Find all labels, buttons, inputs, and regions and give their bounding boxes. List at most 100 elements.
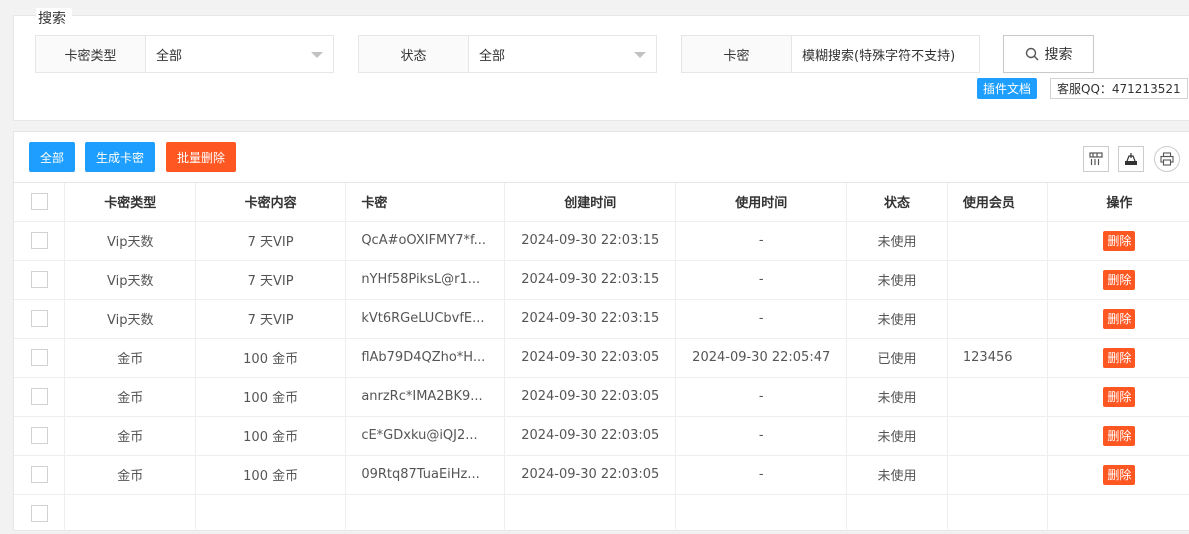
cell-card-type: 金币 [64, 416, 196, 456]
row-select-cell [14, 299, 66, 339]
cell-card-content: 7 天VIP [195, 260, 347, 300]
row-checkbox[interactable] [30, 232, 48, 249]
row-checkbox[interactable] [30, 427, 48, 444]
cell-card-code: nYHf58PiksL@r1... [345, 260, 506, 300]
header-card-code: 卡密 [345, 183, 506, 222]
cell-card-code: QcA#oOXIFMY7*f... [345, 221, 506, 261]
card-type-select[interactable]: 全部 [146, 36, 333, 72]
search-panel: 搜索 卡密类型 全部 状态 全部 卡密 模糊搜索(特殊字符不支持) 搜索 插件文… [13, 8, 1189, 121]
cell-actions: 删除 [1047, 455, 1189, 495]
cell-status: 未使用 [846, 455, 948, 495]
header-used-time: 使用时间 [675, 183, 848, 222]
row-checkbox[interactable] [30, 466, 48, 483]
row-select-cell [14, 377, 66, 417]
cell-actions: 删除 [1047, 221, 1189, 261]
table-row: Vip天数 7 天VIP QcA#oOXIFMY7*f... 2024-09-3… [14, 221, 1189, 261]
row-checkbox[interactable] [30, 271, 48, 288]
cell-created-time: 2024-09-30 22:03:05 [504, 377, 677, 417]
cell-status: 已使用 [846, 338, 948, 378]
cell-member [947, 221, 1048, 261]
cell-actions: 删除 [1047, 416, 1189, 456]
plugin-doc-badge[interactable]: 插件文档 [977, 78, 1038, 99]
header-status: 状态 [846, 183, 948, 222]
cell-created-time: 2024-09-30 22:03:05 [504, 338, 677, 378]
row-checkbox[interactable] [30, 388, 48, 405]
header-card-content: 卡密内容 [195, 183, 347, 222]
header-created-time: 创建时间 [504, 183, 677, 222]
cell-actions: 删除 [1047, 377, 1189, 417]
header-card-type: 卡密类型 [64, 183, 196, 222]
delete-button[interactable]: 删除 [1103, 425, 1136, 446]
cell-created-time: 2024-09-30 22:03:05 [504, 455, 677, 495]
search-icon [1025, 47, 1038, 61]
columns-icon[interactable] [1083, 146, 1109, 172]
cell-member: 123456 [947, 338, 1048, 378]
cell-card-code: cE*GDxku@iQJ2... [345, 416, 506, 456]
chevron-down-icon [634, 52, 646, 58]
cell-card-content: 100 金币 [195, 377, 347, 417]
table-panel: 全部 生成卡密 批量删除 卡密类型 卡密内容 卡密 创建时间 使用时间 状态 使… [13, 131, 1189, 534]
cell-actions: 删除 [1047, 299, 1189, 339]
row-select-cell [14, 338, 66, 378]
search-button-label: 搜索 [1044, 47, 1073, 63]
select-all-cell [14, 183, 66, 222]
row-checkbox[interactable] [30, 349, 48, 366]
card-code-label: 卡密 [682, 36, 792, 72]
cell-used-time: - [675, 260, 848, 300]
cell-card-code: 09Rtq87TuaEiHz... [345, 455, 506, 495]
cell-status: 未使用 [846, 416, 948, 456]
card-table: 卡密类型 卡密内容 卡密 创建时间 使用时间 状态 使用会员 操作 Vip天数 … [14, 183, 1189, 534]
cell-card-content: 100 金币 [195, 455, 347, 495]
status-value: 全部 [479, 48, 506, 64]
status-label: 状态 [359, 36, 469, 72]
search-legend: 搜索 [36, 8, 72, 28]
table-row: Vip天数 7 天VIP nYHf58PiksL@r1... 2024-09-3… [14, 260, 1189, 300]
row-select-cell [14, 221, 66, 261]
export-icon[interactable] [1118, 146, 1144, 172]
table-header-row: 卡密类型 卡密内容 卡密 创建时间 使用时间 状态 使用会员 操作 [14, 183, 1189, 222]
header-member: 使用会员 [947, 183, 1048, 222]
cell-card-type: Vip天数 [64, 260, 196, 300]
status-filter: 状态 全部 [358, 35, 657, 73]
table-row: Vip天数 7 天VIP kVt6RGeLUCbvfE... 2024-09-3… [14, 299, 1189, 339]
card-type-value: 全部 [156, 48, 183, 64]
cell-created-time: 2024-09-30 22:03:05 [504, 416, 677, 456]
all-button[interactable]: 全部 [29, 142, 76, 172]
print-icon[interactable] [1154, 146, 1180, 172]
generate-card-button[interactable]: 生成卡密 [85, 142, 156, 172]
support-qq-badge: 客服QQ：471213521 [1050, 78, 1188, 99]
cell-card-type: 金币 [64, 338, 196, 378]
batch-delete-button[interactable]: 批量删除 [166, 142, 237, 172]
table-row: 金币 100 金币 anrzRc*IMA2BK9... 2024-09-30 2… [14, 377, 1189, 417]
cell-created-time: 2024-09-30 22:03:15 [504, 221, 677, 261]
search-button[interactable]: 搜索 [1003, 35, 1094, 73]
table-row [14, 494, 1189, 534]
cell-used-time: - [675, 299, 848, 339]
select-all-checkbox[interactable] [30, 193, 48, 211]
cell-card-type: 金币 [64, 455, 196, 495]
cell-member [947, 260, 1048, 300]
cell-card-code: anrzRc*IMA2BK9... [345, 377, 506, 417]
delete-button[interactable]: 删除 [1103, 386, 1136, 407]
delete-button[interactable]: 删除 [1103, 230, 1136, 251]
card-code-input[interactable]: 模糊搜索(特殊字符不支持) [792, 36, 979, 72]
delete-button[interactable]: 删除 [1103, 269, 1136, 290]
delete-button[interactable]: 删除 [1103, 464, 1136, 485]
cell-used-time: - [675, 455, 848, 495]
cell-created-time: 2024-09-30 22:03:15 [504, 299, 677, 339]
status-select[interactable]: 全部 [469, 36, 656, 72]
cell-member [947, 377, 1048, 417]
row-checkbox[interactable] [30, 505, 48, 522]
card-type-filter: 卡密类型 全部 [35, 35, 334, 73]
cell-member [947, 299, 1048, 339]
table-row: 金币 100 金币 flAb79D4QZho*H... 2024-09-30 2… [14, 338, 1189, 378]
delete-button[interactable]: 删除 [1103, 308, 1136, 329]
row-checkbox[interactable] [30, 310, 48, 327]
cell-status: 未使用 [846, 299, 948, 339]
chevron-down-icon [311, 52, 323, 58]
cell-card-code: kVt6RGeLUCbvfE... [345, 299, 506, 339]
table-toolbar: 全部 生成卡密 批量删除 [14, 132, 1189, 183]
cell-card-type: 金币 [64, 377, 196, 417]
card-type-label: 卡密类型 [36, 36, 146, 72]
delete-button[interactable]: 删除 [1103, 347, 1136, 368]
